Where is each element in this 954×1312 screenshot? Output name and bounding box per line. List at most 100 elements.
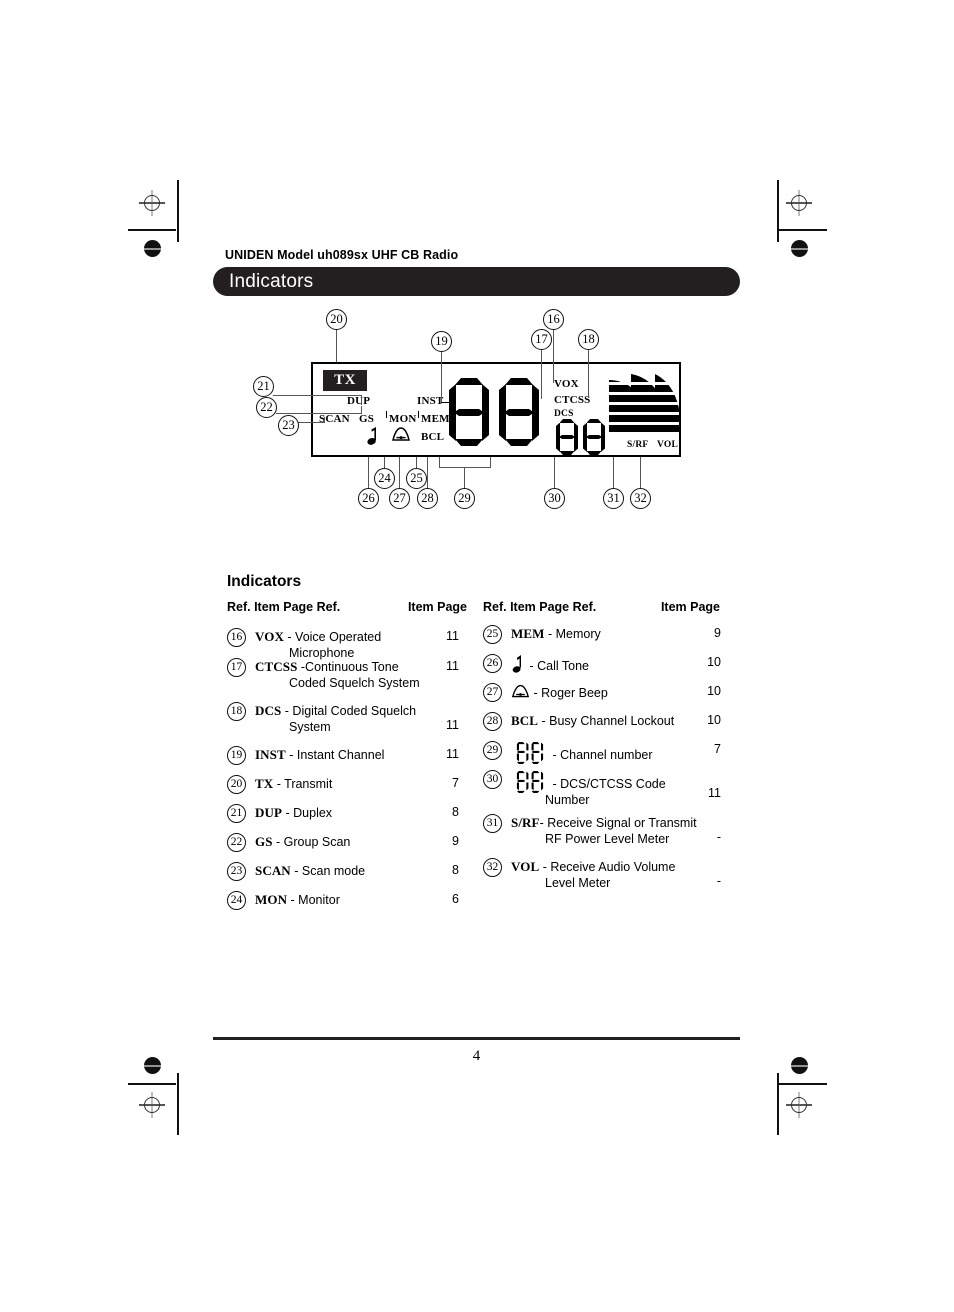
- indicator-description: DCS - Digital Coded Squelch System: [255, 703, 417, 734]
- indicator-description: MON - Monitor: [255, 892, 340, 907]
- callout-21: 21: [253, 376, 274, 397]
- dup-indicator-label: DUP: [347, 395, 371, 407]
- callout-16: 16: [543, 309, 564, 330]
- indicator-ref-badge: 17: [227, 658, 246, 677]
- indicator-ref-badge: 24: [227, 891, 246, 910]
- indicator-description: SCAN - Scan mode: [255, 863, 366, 878]
- leader-line-23-v: [324, 417, 326, 423]
- manual-page: UNIDEN Model uh089sx UHF CB Radio Indica…: [0, 0, 954, 1312]
- left-column-header-page: Item Page: [407, 600, 467, 614]
- indicator-term: S/RF: [511, 815, 540, 830]
- mem-bracket-tick: [418, 411, 420, 418]
- leader-line-31: [613, 457, 615, 490]
- trim-vertical-bottom-right: [777, 1073, 780, 1135]
- bcl-indicator-label: BCL: [421, 431, 445, 443]
- gs-indicator-label: GS: [359, 413, 375, 425]
- indicator-description: - Roger Beep: [511, 684, 608, 702]
- indicator-page-number: 10: [707, 684, 721, 698]
- code-digit-tens: [556, 419, 578, 455]
- inst-bracket-tick: [441, 402, 449, 404]
- leader-line-16: [553, 328, 555, 383]
- registration-crosshair-top-right: [786, 190, 812, 216]
- callout-18: 18: [578, 329, 599, 350]
- callout-17: 17: [531, 329, 552, 350]
- indicator-term: DCS: [255, 703, 282, 718]
- indicator-page-number: 10: [707, 713, 721, 727]
- callout-19: 19: [431, 331, 452, 352]
- indicator-page-number: 11: [446, 747, 459, 761]
- running-head: UNIDEN Model uh089sx UHF CB Radio: [225, 248, 459, 262]
- indicator-description: BCL - Busy Channel Lockout: [511, 713, 675, 728]
- indicator-page-number: 11: [446, 659, 459, 673]
- indicator-description-cont: Level Meter: [545, 875, 611, 890]
- callout-27: 27: [389, 488, 410, 509]
- callout-32: 32: [630, 488, 651, 509]
- mon-bracket-tick: [386, 411, 388, 418]
- callout-20: 20: [326, 309, 347, 330]
- indicator-term: DUP: [255, 805, 283, 820]
- leader-line-22-v: [361, 406, 363, 414]
- registration-crosshair-bottom-left: [139, 1092, 165, 1118]
- leader-line-20: [336, 328, 338, 362]
- indicator-page-number: -: [716, 874, 721, 888]
- indicator-ref-badge: 30: [483, 770, 502, 789]
- indicator-ref-badge: 16: [227, 628, 246, 647]
- indicator-ref-badge: 27: [483, 683, 502, 702]
- indicator-term: VOX: [255, 629, 284, 644]
- music-note-icon: [367, 427, 376, 445]
- leader-line-22: [276, 413, 362, 415]
- callout-24: 24: [374, 468, 395, 489]
- indicator-description: TX - Transmit: [255, 776, 333, 791]
- indicator-description: VOX - Voice Operated Microphone: [255, 629, 382, 660]
- callout-22: 22: [256, 397, 277, 418]
- ctcss-indicator-label: CTCSS: [554, 394, 591, 406]
- trim-dash-bottom-right: [779, 1083, 827, 1086]
- indicator-description: MEM - Memory: [511, 626, 601, 641]
- callout-30: 30: [544, 488, 565, 509]
- page-subtitle: Indicators: [227, 572, 302, 590]
- indicator-term: MON: [255, 892, 288, 907]
- indicator-description: DUP - Duplex: [255, 805, 333, 820]
- indicator-page-number: 11: [446, 629, 459, 643]
- channel-digit-tens: [449, 378, 489, 446]
- right-column-header-page: Item Page: [660, 600, 720, 614]
- leader-line-27: [399, 457, 401, 490]
- trim-vertical-top-right: [777, 180, 780, 242]
- callout-23: 23: [278, 415, 299, 436]
- channel-digit-ones: [499, 378, 539, 446]
- indicator-page-number: 11: [708, 786, 721, 800]
- leader-line-28: [427, 457, 429, 490]
- vol-meter-label: VOL: [657, 440, 678, 450]
- registration-bullseye-bottom-right: [791, 1057, 808, 1074]
- indicator-page-number: 9: [452, 834, 459, 848]
- indicator-description: - Channel number: [511, 742, 653, 764]
- indicator-description: S/RF- Receive Signal or Transmit RF Power…: [511, 815, 697, 846]
- indicator-term: TX: [255, 776, 274, 791]
- leader-line-21: [273, 395, 362, 397]
- indicator-description: INST - Instant Channel: [255, 747, 385, 762]
- indicator-page-number: 6: [452, 892, 459, 906]
- callout-31: 31: [603, 488, 624, 509]
- indicator-term: VOL: [511, 859, 540, 874]
- indicator-description-cont: RF Power Level Meter: [545, 831, 670, 846]
- indicator-ref-badge: 26: [483, 654, 502, 673]
- indicator-ref-badge: 21: [227, 804, 246, 823]
- leader-line-32: [640, 457, 642, 490]
- page-number: 4: [472, 1048, 481, 1064]
- indicator-page-number: 8: [452, 805, 459, 819]
- indicator-ref-badge: 32: [483, 858, 502, 877]
- inst-indicator-label: INST: [417, 395, 444, 407]
- seven-segment-88-icon: [516, 771, 544, 793]
- trim-dash-top-right: [779, 229, 827, 232]
- indicator-ref-badge: 23: [227, 862, 246, 881]
- indicator-ref-badge: 28: [483, 712, 502, 731]
- bell-icon: [511, 684, 530, 698]
- indicator-page-number: 8: [452, 863, 459, 877]
- mem-indicator-label: MEM: [421, 413, 450, 425]
- leader-line-29: [464, 467, 466, 490]
- seven-segment-88-icon: [516, 742, 544, 764]
- indicator-term: MEM: [511, 626, 545, 641]
- leader-line-29-left: [439, 457, 441, 467]
- leader-line-18: [588, 348, 590, 398]
- leader-line-19: [441, 350, 443, 403]
